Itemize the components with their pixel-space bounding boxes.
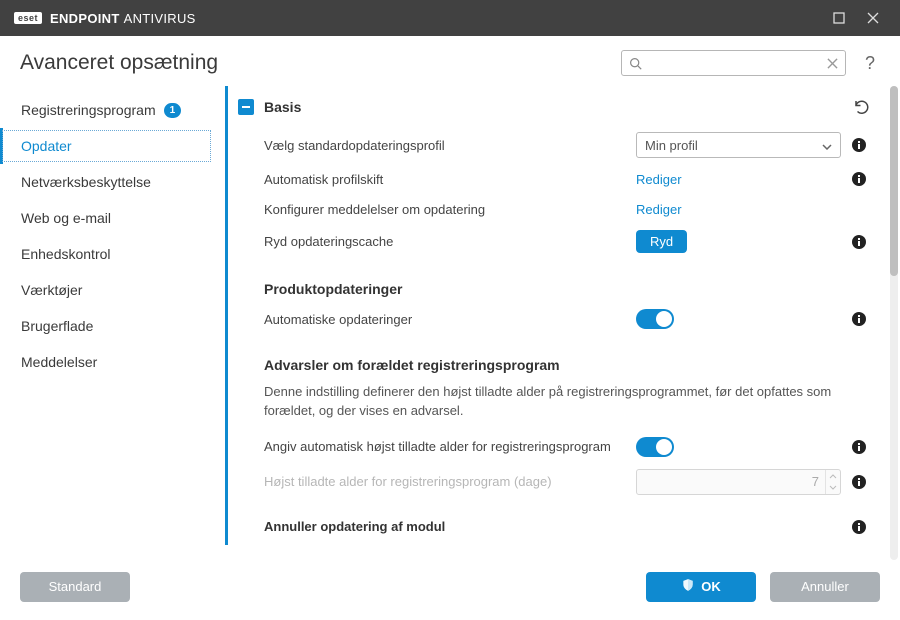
clear-search-icon[interactable] — [825, 58, 839, 69]
cancel-button[interactable]: Annuller — [770, 572, 880, 602]
sidebar-item-label: Brugerflade — [21, 318, 93, 334]
scrollbar-thumb[interactable] — [890, 86, 898, 276]
ok-button-label: OK — [701, 579, 721, 594]
ok-button[interactable]: OK — [646, 572, 756, 602]
info-icon[interactable] — [846, 519, 872, 535]
profile-select[interactable]: Min profil — [636, 132, 841, 158]
clear-cache-button[interactable]: Ryd — [636, 230, 687, 253]
group-title: Basis — [264, 99, 842, 115]
sidebar-item-label: Netværksbeskyttelse — [21, 174, 151, 190]
chevron-down-icon — [822, 138, 832, 153]
sidebar-item-enhedskontrol[interactable]: Enhedskontrol — [0, 236, 213, 272]
help-button[interactable]: ? — [860, 53, 880, 74]
search-input[interactable] — [642, 56, 825, 70]
info-icon[interactable] — [846, 234, 872, 250]
page-title: Avanceret opsætning — [20, 51, 607, 75]
sidebar-item-registreringsprogram[interactable]: Registreringsprogram 1 — [0, 92, 213, 128]
brand-strong: ENDPOINT — [50, 11, 120, 26]
profile-label: Vælg standardopdateringsprofil — [264, 138, 636, 153]
brand-badge: eset — [14, 12, 42, 24]
setage-label: Angiv automatisk højst tilladte alder fo… — [264, 439, 636, 454]
sidebar-item-label: Værktøjer — [21, 282, 82, 298]
profile-select-value: Min profil — [645, 138, 698, 153]
info-icon[interactable] — [846, 311, 872, 327]
info-icon[interactable] — [846, 439, 872, 455]
window-close-button[interactable] — [856, 4, 890, 32]
info-icon[interactable] — [846, 137, 872, 153]
autoswitch-label: Automatisk profilskift — [264, 172, 636, 187]
settings-content: Basis Vælg standardopdateringsprofil Min… — [225, 86, 886, 560]
rollback-heading: Annuller opdatering af modul — [264, 519, 636, 534]
undo-icon[interactable] — [852, 98, 872, 116]
step-up-icon — [826, 470, 840, 482]
app-brand: eset ENDPOINT ANTIVIRUS — [14, 11, 196, 26]
sidebar-item-web-email[interactable]: Web og e-mail — [0, 200, 213, 236]
maxage-number-input — [636, 469, 841, 495]
step-down-icon — [826, 482, 840, 494]
sidebar-item-label: Meddelelser — [21, 354, 97, 370]
outdated-heading: Advarsler om forældet registreringsprogr… — [228, 335, 880, 379]
window-maximize-button[interactable] — [822, 4, 856, 32]
notify-edit-link[interactable]: Rediger — [636, 202, 682, 217]
outdated-description: Denne indstilling definerer den højst ti… — [228, 379, 880, 431]
collapse-icon[interactable] — [238, 99, 254, 115]
sidebar-item-label: Opdater — [21, 138, 72, 154]
sidebar-badge: 1 — [164, 103, 182, 118]
default-button[interactable]: Standard — [20, 572, 130, 602]
sidebar-item-label: Web og e-mail — [21, 210, 111, 226]
group-basis: Basis Vælg standardopdateringsprofil Min… — [225, 86, 880, 545]
search-icon — [628, 57, 642, 70]
sidebar-item-brugerflade[interactable]: Brugerflade — [0, 308, 213, 344]
autoupdate-toggle[interactable] — [636, 309, 674, 329]
sidebar-item-label: Enhedskontrol — [21, 246, 111, 262]
sidebar-item-netvaerksbeskyttelse[interactable]: Netværksbeskyttelse — [0, 164, 213, 200]
titlebar: eset ENDPOINT ANTIVIRUS — [0, 0, 900, 36]
setage-toggle[interactable] — [636, 437, 674, 457]
notify-label: Konfigurer meddelelser om opdatering — [264, 202, 636, 217]
autoswitch-edit-link[interactable]: Rediger — [636, 172, 682, 187]
footer: Standard OK Annuller — [0, 560, 900, 612]
sidebar-item-meddelelser[interactable]: Meddelelser — [0, 344, 213, 380]
clearcache-label: Ryd opdateringscache — [264, 234, 636, 249]
sidebar-item-vaerktojer[interactable]: Værktøjer — [0, 272, 213, 308]
info-icon[interactable] — [846, 171, 872, 187]
sidebar-item-opdater[interactable]: Opdater — [0, 128, 213, 164]
sidebar-item-label: Registreringsprogram — [21, 102, 156, 118]
autoupdate-label: Automatiske opdateringer — [264, 312, 636, 327]
product-updates-heading: Produktopdateringer — [228, 259, 880, 303]
info-icon[interactable] — [846, 474, 872, 490]
page-header: Avanceret opsætning ? — [0, 36, 900, 86]
sidebar: Registreringsprogram 1 Opdater Netværksb… — [0, 86, 225, 560]
maxage-label: Højst tilladte alder for registreringspr… — [264, 474, 636, 489]
brand-light: ANTIVIRUS — [124, 11, 196, 26]
search-box[interactable] — [621, 50, 846, 76]
shield-icon — [681, 578, 695, 595]
maxage-value — [637, 474, 825, 489]
